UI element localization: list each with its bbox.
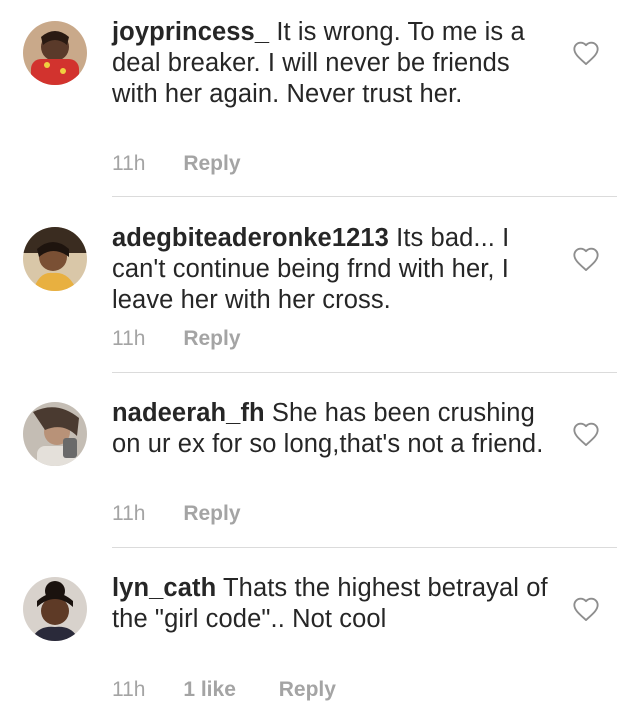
divider (112, 196, 617, 197)
comment-timestamp: 11h (112, 502, 146, 525)
reply-button[interactable]: Reply (183, 152, 240, 175)
divider (112, 547, 617, 548)
avatar[interactable] (23, 402, 87, 466)
comment-meta: 11h Reply (112, 501, 241, 527)
heart-icon[interactable] (572, 40, 600, 66)
reply-button[interactable]: Reply (183, 327, 240, 350)
comment-body: adegbiteaderonke1213 Its bad... I can't … (112, 223, 552, 316)
comment-username[interactable]: adegbiteaderonke1213 (112, 224, 389, 252)
comment-timestamp: 11h (112, 152, 146, 175)
avatar[interactable] (23, 227, 87, 291)
reply-button[interactable]: Reply (279, 678, 336, 701)
avatar[interactable] (23, 21, 87, 85)
comment-body: lyn_cath Thats the highest betrayal of t… (112, 573, 552, 635)
comment-body: joyprincess_ It is wrong. To me is a dea… (112, 17, 552, 110)
comment-username[interactable]: nadeerah_fh (112, 399, 265, 427)
comment-timestamp: 11h (112, 678, 146, 701)
comment-meta: 11h Reply (112, 326, 241, 352)
heart-icon[interactable] (572, 246, 600, 272)
comment-username[interactable]: joyprincess_ (112, 18, 269, 46)
reply-button[interactable]: Reply (183, 502, 240, 525)
heart-icon[interactable] (572, 421, 600, 447)
likes-count-button[interactable]: 1 like (183, 678, 236, 701)
comment-timestamp: 11h (112, 327, 146, 350)
avatar[interactable] (23, 577, 87, 641)
comment-meta: 11h 1 like Reply (112, 677, 336, 703)
divider (112, 372, 617, 373)
heart-icon[interactable] (572, 596, 600, 622)
comment-body: nadeerah_fh She has been crushing on ur … (112, 398, 552, 460)
comment-meta: 11h Reply (112, 151, 241, 177)
comment-username[interactable]: lyn_cath (112, 574, 216, 602)
